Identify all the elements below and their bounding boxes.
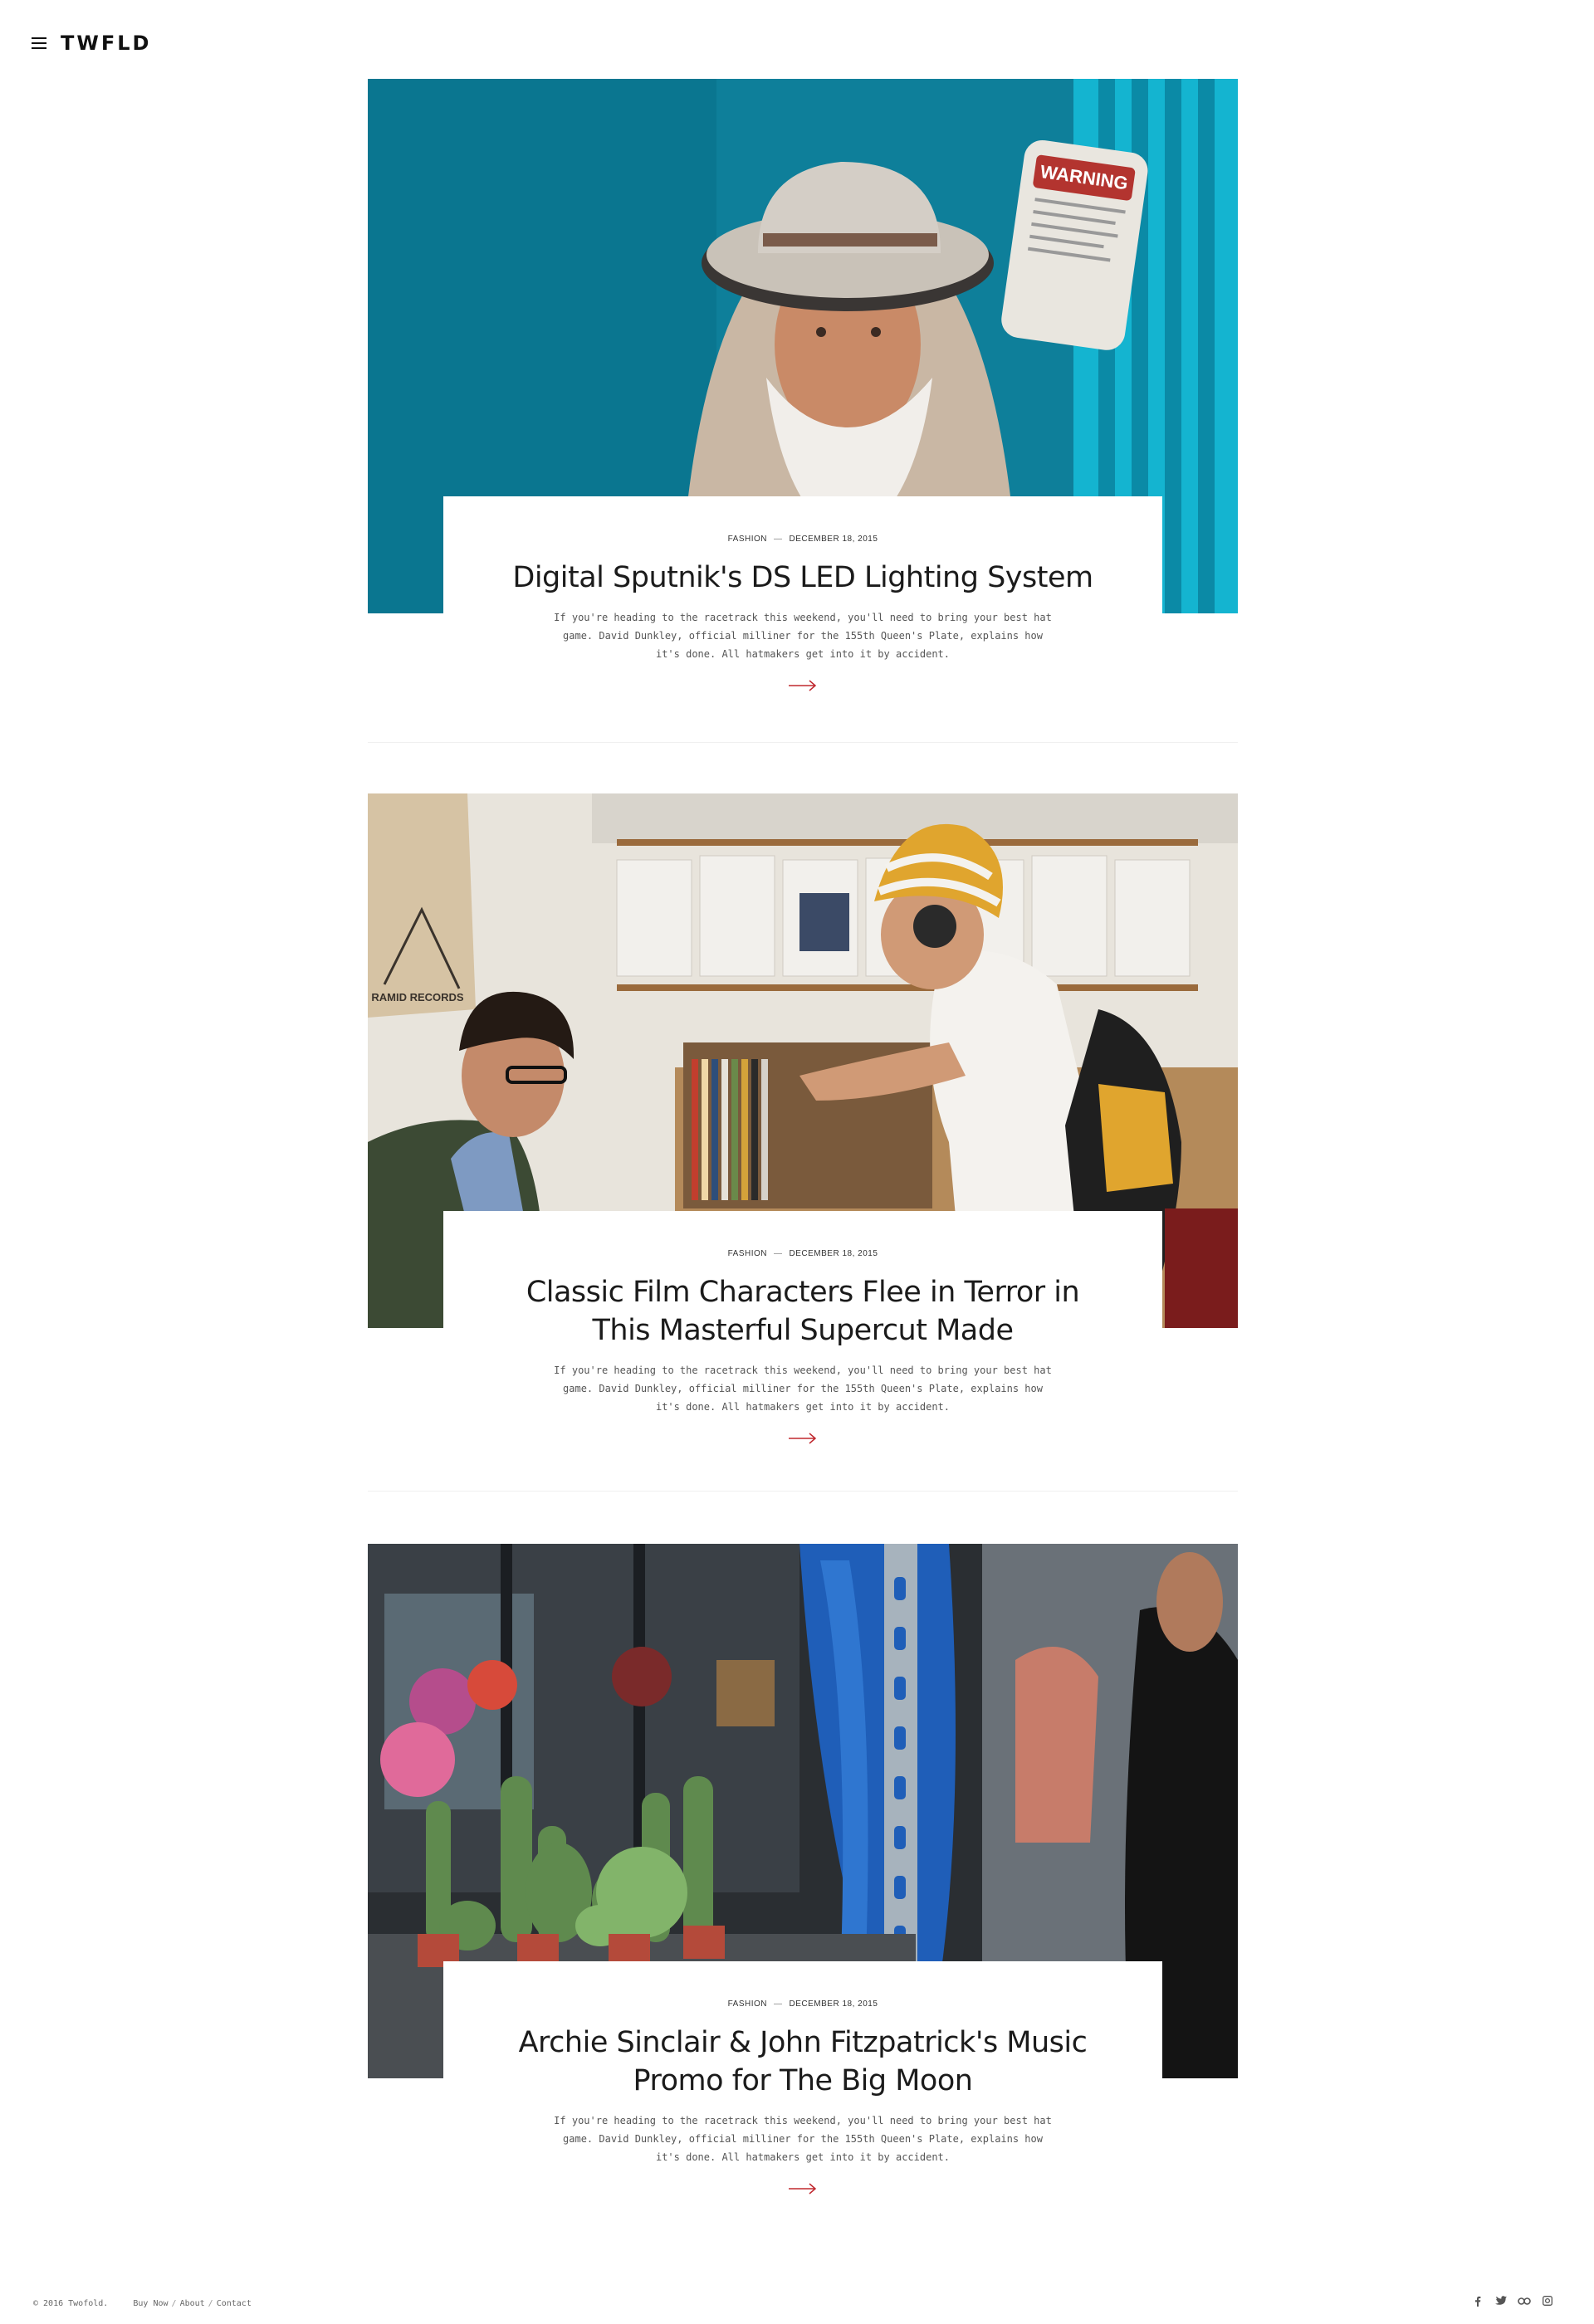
post-category[interactable]: Fashion: [728, 1999, 767, 2009]
meta-separator: —: [774, 1249, 783, 1258]
social-links: [1471, 2294, 1554, 2307]
copyright-text: © 2016 Twofold.: [33, 2299, 109, 2308]
post-meta: Fashion — December 18, 2015: [443, 1249, 1162, 1258]
post-category[interactable]: Fashion: [728, 535, 767, 544]
meta-separator: —: [774, 535, 783, 544]
post-excerpt: If you're heading to the racetrack this …: [554, 612, 1052, 660]
bag-text: RAMID RECORDS: [371, 991, 464, 1003]
post-card: RAMID RECORDS FASHION — DECEMBER 18, 201…: [368, 793, 1238, 1492]
read-more-arrow-icon[interactable]: [789, 1433, 817, 1448]
meta-separator: —: [774, 1999, 783, 2009]
post-excerpt: If you're heading to the racetrack this …: [554, 2115, 1052, 2163]
post-date: December 18, 2015: [789, 1999, 878, 2009]
post-meta: Fashion — December 18, 2015: [443, 535, 1162, 544]
instagram-icon[interactable]: [1541, 2294, 1554, 2307]
footer-link-separator: /: [171, 2299, 177, 2308]
footer-link-separator: /: [208, 2299, 213, 2308]
post-summary: Fashion — December 18, 2015 Archie Sinclai…: [443, 1961, 1162, 2199]
twitter-icon[interactable]: [1494, 2294, 1508, 2307]
footer-link-contact[interactable]: Contact: [217, 2299, 252, 2308]
post-title[interactable]: Archie Sinclair & John Fitzpatrick's Mus…: [504, 2024, 1102, 2100]
hamburger-menu-icon[interactable]: [32, 37, 46, 49]
post-summary: Fashion — December 18, 2015 Classic Film C…: [443, 1211, 1162, 1448]
facebook-icon[interactable]: [1471, 2294, 1484, 2307]
footer-link-about[interactable]: About: [180, 2299, 205, 2308]
footer-link-buy-now[interactable]: Buy Now: [133, 2299, 168, 2308]
post-divider: [368, 1491, 1238, 1492]
post-card: WARNING Fashio: [368, 79, 1238, 743]
post-title[interactable]: Digital Sputnik's DS LED Lighting System: [504, 559, 1102, 597]
post-card: Fashion — December 18, 2015 Archie Sinclai…: [368, 1544, 1238, 2224]
post-meta: Fashion — December 18, 2015: [443, 1999, 1162, 2009]
post-title[interactable]: Classic Film Characters Flee in Terror i…: [504, 1273, 1102, 1350]
post-date: December 18, 2015: [789, 1249, 878, 1258]
site-logo[interactable]: TWFLD: [61, 32, 151, 55]
post-category[interactable]: Fashion: [728, 1249, 767, 1258]
read-more-arrow-icon[interactable]: [789, 2183, 817, 2199]
read-more-arrow-icon[interactable]: [789, 680, 817, 696]
post-excerpt: If you're heading to the racetrack this …: [554, 1365, 1052, 1413]
footer-copyright-bar: © 2016 Twofold. Buy Now / About / Contact: [33, 2299, 252, 2308]
site-header: TWFLD: [32, 27, 151, 60]
flickr-icon[interactable]: [1518, 2294, 1531, 2307]
post-divider: [368, 742, 1238, 743]
post-date: December 18, 2015: [789, 535, 878, 544]
post-summary: Fashion — December 18, 2015 Digital Sputni…: [443, 496, 1162, 696]
